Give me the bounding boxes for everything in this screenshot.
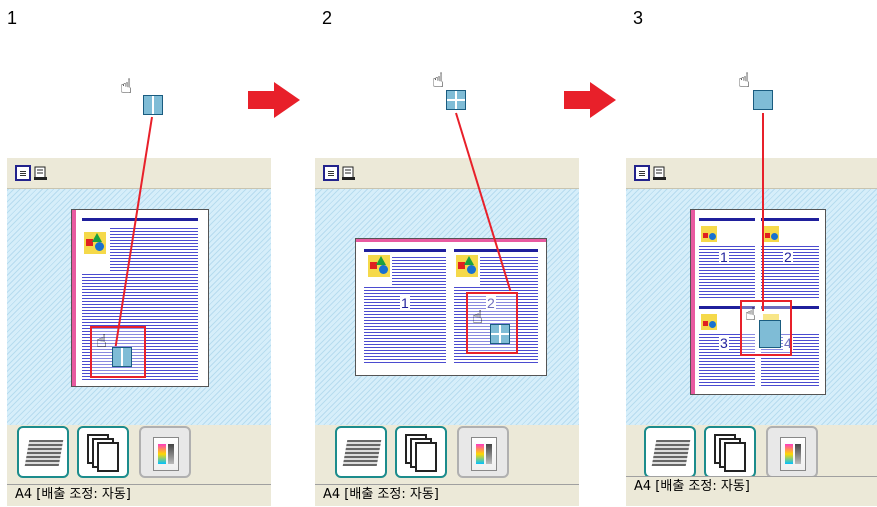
status-bar: A4 [배출 조정: 자동] <box>315 484 579 506</box>
image-thumbnail-icon <box>368 255 390 277</box>
toolbar <box>315 158 579 189</box>
color-settings-icon <box>780 437 806 471</box>
printer-button[interactable] <box>644 426 696 478</box>
page-view-icon[interactable] <box>15 165 31 181</box>
color-settings-button[interactable] <box>457 426 509 478</box>
hand-cursor-icon: ☝ <box>472 307 483 328</box>
page-number-label: 3 <box>719 335 729 351</box>
page-number-label: 2 <box>783 249 793 265</box>
preview-panel: ☝ A4 [배출 조정: 자동] <box>7 158 271 506</box>
copies-button[interactable] <box>704 426 756 478</box>
color-settings-button[interactable] <box>766 426 818 478</box>
copies-button[interactable] <box>395 426 447 478</box>
color-settings-icon <box>153 437 179 471</box>
image-thumbnail-icon <box>763 226 779 242</box>
hand-cursor-icon: ☝ <box>745 304 756 325</box>
page-view-icon[interactable] <box>323 165 339 181</box>
printer-icon <box>24 440 64 466</box>
page-number-label: 1 <box>719 249 729 265</box>
arrow-right-icon <box>248 82 300 118</box>
page-preview-area: ☝ <box>7 189 271 425</box>
page[interactable]: 1 2 <box>355 238 547 376</box>
tray-icon[interactable] <box>34 165 48 181</box>
color-settings-button[interactable] <box>139 426 191 478</box>
preview-panel: 1 2 ☝ A4 [배출 조정: 자동] <box>315 158 579 506</box>
image-thumbnail-icon <box>701 226 717 242</box>
status-bar: A4 [배출 조정: 자동] <box>7 484 271 506</box>
toolbar <box>7 158 271 189</box>
printer-icon <box>651 440 691 466</box>
image-thumbnail-icon <box>456 255 478 277</box>
drag-line <box>762 113 764 311</box>
tray-icon[interactable] <box>342 165 356 181</box>
step-number-1: 1 <box>7 8 18 28</box>
drop-target-box[interactable]: ☝ <box>740 300 792 356</box>
image-thumbnail-icon <box>84 232 106 254</box>
printer-button[interactable] <box>335 426 387 478</box>
toolbar <box>626 158 877 189</box>
color-settings-icon <box>471 437 497 471</box>
drop-target-box[interactable]: ☝ <box>466 292 518 354</box>
image-thumbnail-icon <box>701 314 717 330</box>
hand-cursor-icon: ☝ <box>738 68 751 92</box>
four-page-layout-icon[interactable] <box>446 90 466 110</box>
status-bar: A4 [배출 조정: 자동] <box>626 476 877 498</box>
copies-button[interactable] <box>77 426 129 478</box>
page-view-icon[interactable] <box>634 165 650 181</box>
hand-cursor-icon: ☝ <box>96 331 107 352</box>
arrow-right-icon <box>564 82 616 118</box>
printer-button[interactable] <box>17 426 69 478</box>
hand-cursor-icon: ☝ <box>120 74 133 98</box>
tray-icon[interactable] <box>653 165 667 181</box>
printer-icon <box>342 440 382 466</box>
four-page-layout-icon <box>490 324 510 344</box>
page-number-label: 1 <box>400 295 410 311</box>
one-page-layout-icon <box>759 320 781 348</box>
one-page-layout-icon[interactable] <box>753 90 773 110</box>
page-preview-area: 1 2 3 4 ☝ <box>626 189 877 425</box>
preview-panel: 1 2 3 4 ☝ A4 [배출 조정: 자동] <box>626 158 877 506</box>
hand-cursor-icon: ☝ <box>432 68 445 92</box>
two-page-layout-icon[interactable] <box>143 95 163 115</box>
step-number-3: 3 <box>633 8 644 28</box>
step-number-2: 2 <box>322 8 333 28</box>
page-preview-area: 1 2 ☝ <box>315 189 579 425</box>
two-page-layout-icon <box>112 347 132 367</box>
